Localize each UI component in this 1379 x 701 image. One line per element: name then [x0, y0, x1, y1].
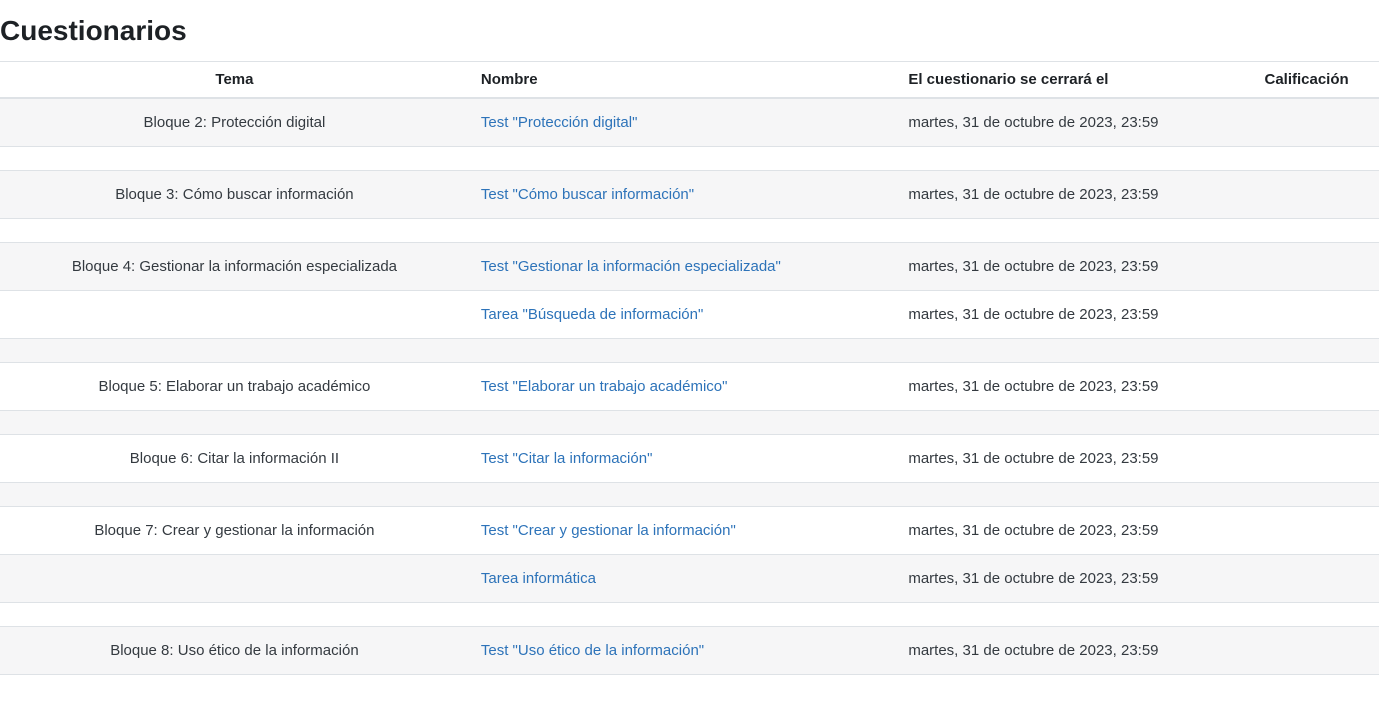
header-row: Tema Nombre El cuestionario se cerrará e…	[0, 62, 1379, 99]
tema-cell: Bloque 5: Elaborar un trabajo académico	[0, 363, 469, 411]
close-date-cell: martes, 31 de octubre de 2023, 23:59	[896, 171, 1234, 219]
quiz-row: Bloque 7: Crear y gestionar la informaci…	[0, 507, 1379, 555]
activity-link[interactable]: Tarea "Búsqueda de información"	[481, 306, 703, 323]
grade-cell	[1234, 363, 1379, 411]
activity-link[interactable]: Test "Cómo buscar información"	[481, 186, 694, 203]
tema-cell: Bloque 6: Citar la información II	[0, 435, 469, 483]
grade-cell	[1234, 555, 1379, 603]
nombre-cell: Test "Citar la información"	[469, 435, 896, 483]
nombre-cell: Test "Uso ético de la información"	[469, 627, 896, 675]
grade-cell	[1234, 435, 1379, 483]
tema-cell: Bloque 3: Cómo buscar información	[0, 171, 469, 219]
spacer-cell	[0, 603, 1379, 627]
tema-cell: Bloque 4: Gestionar la información espec…	[0, 243, 469, 291]
nombre-cell: Test "Gestionar la información especiali…	[469, 243, 896, 291]
tema-cell	[0, 291, 469, 339]
quiz-row: Bloque 2: Protección digital Test "Prote…	[0, 98, 1379, 147]
quizzes-table: Tema Nombre El cuestionario se cerrará e…	[0, 61, 1379, 675]
quiz-row: Bloque 3: Cómo buscar información Test "…	[0, 171, 1379, 219]
quiz-row: Bloque 5: Elaborar un trabajo académico …	[0, 363, 1379, 411]
spacer-row	[0, 411, 1379, 435]
col-header-tema: Tema	[0, 62, 469, 99]
grade-cell	[1234, 98, 1379, 147]
close-date-cell: martes, 31 de octubre de 2023, 23:59	[896, 243, 1234, 291]
grade-cell	[1234, 627, 1379, 675]
col-header-cierre: El cuestionario se cerrará el	[896, 62, 1234, 99]
spacer-row	[0, 339, 1379, 363]
grade-cell	[1234, 171, 1379, 219]
spacer-cell	[0, 147, 1379, 171]
activity-link[interactable]: Test "Protección digital"	[481, 114, 638, 131]
nombre-cell: Test "Protección digital"	[469, 98, 896, 147]
quiz-row: Tarea informática martes, 31 de octubre …	[0, 555, 1379, 603]
spacer-row	[0, 219, 1379, 243]
spacer-row	[0, 603, 1379, 627]
tema-cell: Bloque 7: Crear y gestionar la informaci…	[0, 507, 469, 555]
tema-cell: Bloque 2: Protección digital	[0, 98, 469, 147]
spacer-cell	[0, 339, 1379, 363]
grade-cell	[1234, 507, 1379, 555]
close-date-cell: martes, 31 de octubre de 2023, 23:59	[896, 291, 1234, 339]
quiz-row: Bloque 4: Gestionar la información espec…	[0, 243, 1379, 291]
activity-link[interactable]: Test "Uso ético de la información"	[481, 642, 704, 659]
close-date-cell: martes, 31 de octubre de 2023, 23:59	[896, 98, 1234, 147]
nombre-cell: Test "Cómo buscar información"	[469, 171, 896, 219]
quiz-row: Tarea "Búsqueda de información" martes, …	[0, 291, 1379, 339]
col-header-nombre: Nombre	[469, 62, 896, 99]
nombre-cell: Test "Crear y gestionar la información"	[469, 507, 896, 555]
activity-link[interactable]: Test "Citar la información"	[481, 450, 653, 467]
spacer-cell	[0, 483, 1379, 507]
page-title: Cuestionarios	[0, 14, 1379, 48]
grade-cell	[1234, 291, 1379, 339]
nombre-cell: Tarea informática	[469, 555, 896, 603]
spacer-cell	[0, 411, 1379, 435]
quiz-row: Bloque 6: Citar la información II Test "…	[0, 435, 1379, 483]
activity-link[interactable]: Test "Gestionar la información especiali…	[481, 258, 781, 275]
activity-link[interactable]: Tarea informática	[481, 570, 596, 587]
quiz-row: Bloque 8: Uso ético de la información Te…	[0, 627, 1379, 675]
spacer-row	[0, 147, 1379, 171]
col-header-calificacion: Calificación	[1234, 62, 1379, 99]
activity-link[interactable]: Test "Elaborar un trabajo académico"	[481, 378, 728, 395]
close-date-cell: martes, 31 de octubre de 2023, 23:59	[896, 507, 1234, 555]
spacer-row	[0, 483, 1379, 507]
tema-cell: Bloque 8: Uso ético de la información	[0, 627, 469, 675]
nombre-cell: Tarea "Búsqueda de información"	[469, 291, 896, 339]
close-date-cell: martes, 31 de octubre de 2023, 23:59	[896, 627, 1234, 675]
activity-link[interactable]: Test "Crear y gestionar la información"	[481, 522, 736, 539]
nombre-cell: Test "Elaborar un trabajo académico"	[469, 363, 896, 411]
grade-cell	[1234, 243, 1379, 291]
tema-cell	[0, 555, 469, 603]
close-date-cell: martes, 31 de octubre de 2023, 23:59	[896, 555, 1234, 603]
close-date-cell: martes, 31 de octubre de 2023, 23:59	[896, 363, 1234, 411]
close-date-cell: martes, 31 de octubre de 2023, 23:59	[896, 435, 1234, 483]
spacer-cell	[0, 219, 1379, 243]
